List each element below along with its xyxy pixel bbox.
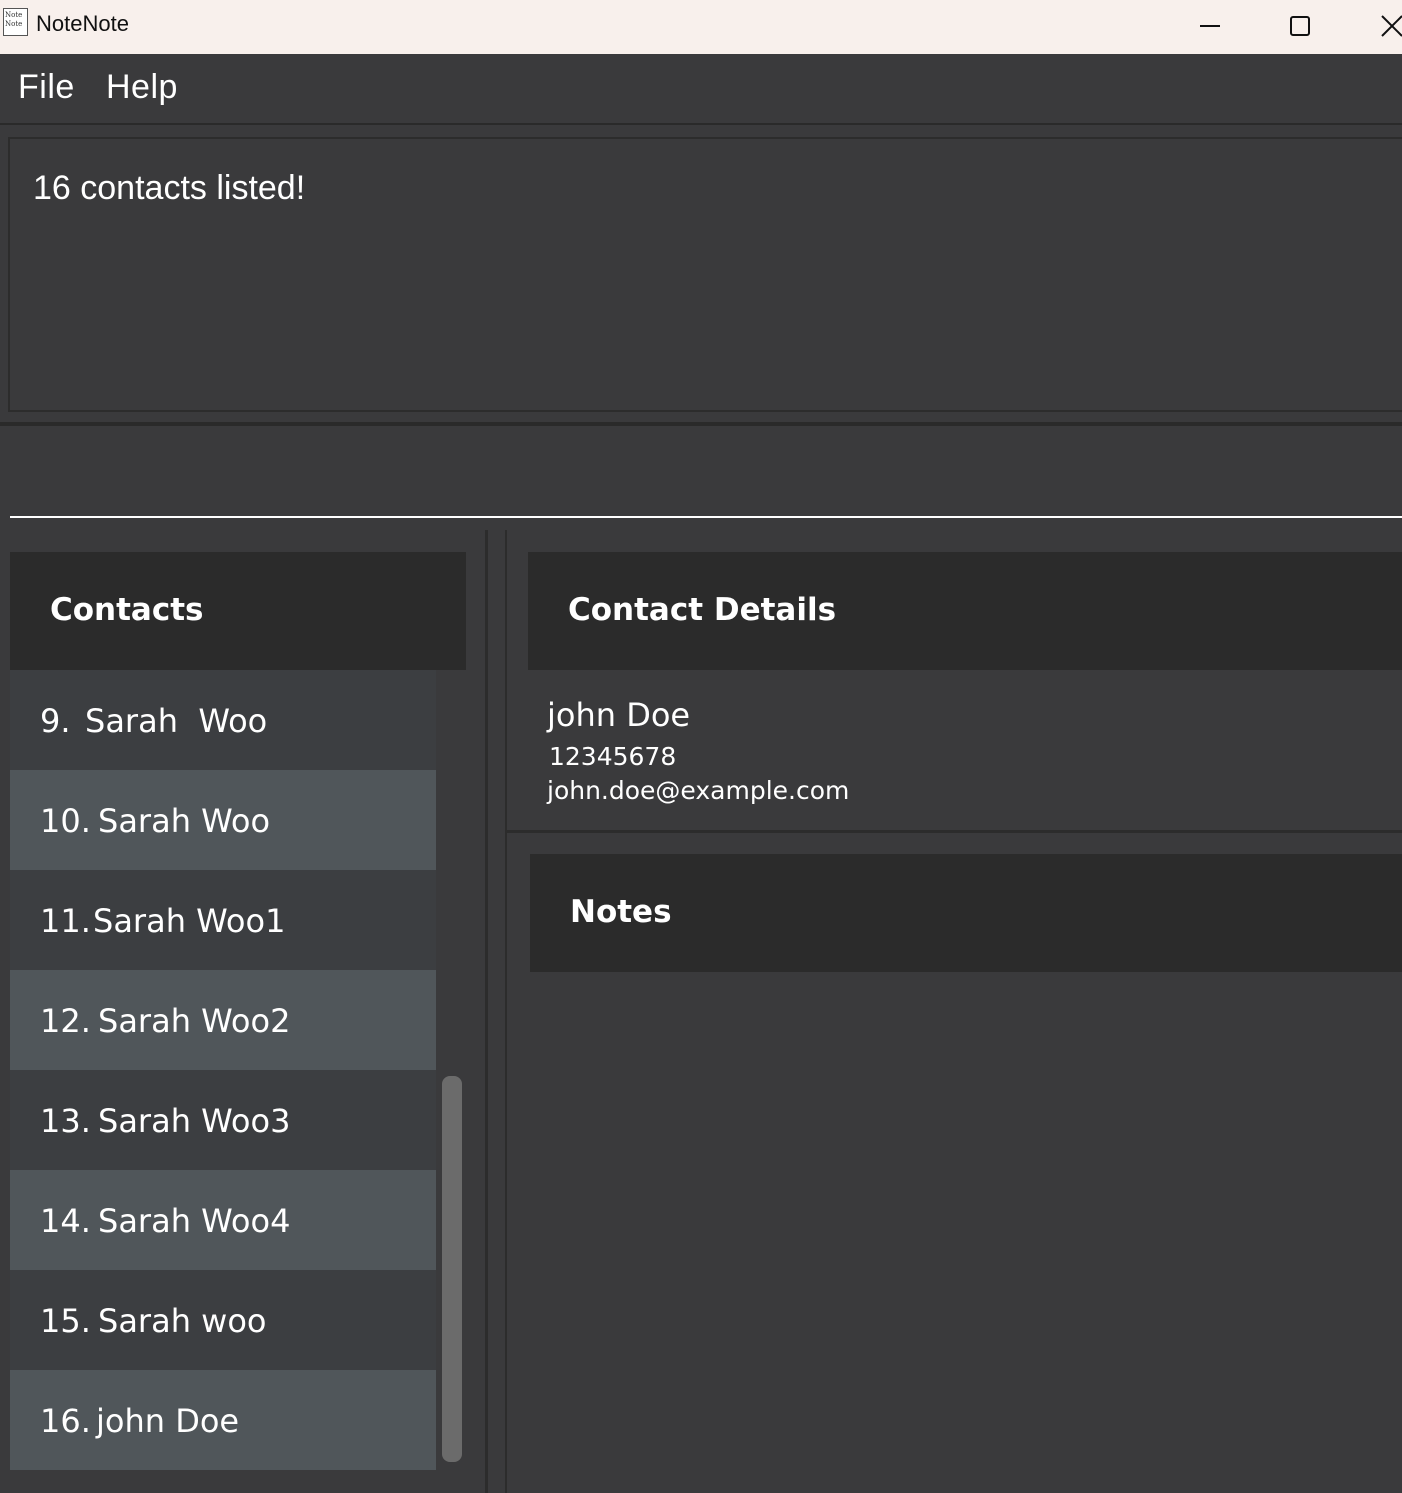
contacts-header: Contacts bbox=[10, 552, 466, 670]
contact-index: 16. bbox=[40, 1402, 91, 1440]
contact-name: Sarah Woo1 bbox=[93, 902, 286, 940]
list-item[interactable]: 16. john Doe bbox=[10, 1370, 436, 1470]
details-pane: Contact Details john Doe 12345678 john.d… bbox=[505, 530, 1402, 1493]
window-title: NoteNote bbox=[36, 11, 129, 36]
contact-index: 12. bbox=[40, 1002, 91, 1040]
maximize-icon bbox=[1290, 16, 1310, 36]
contacts-title: Contacts bbox=[50, 592, 204, 628]
minimize-button[interactable] bbox=[1180, 0, 1240, 54]
contact-details-header: Contact Details bbox=[528, 552, 1402, 670]
notes-title: Notes bbox=[570, 894, 672, 930]
result-display: 16 contacts listed! bbox=[8, 137, 1402, 412]
contact-name: Sarah Woo bbox=[98, 802, 271, 840]
notes-header: Notes bbox=[530, 854, 1402, 972]
detail-email: john.doe@example.com bbox=[547, 776, 850, 805]
contacts-pane: Contacts 9. Sarah Woo 10. Sarah Woo 11. … bbox=[0, 530, 488, 1493]
contact-index: 9. bbox=[40, 702, 71, 740]
menu-file[interactable]: File bbox=[18, 68, 75, 107]
contact-index: 14. bbox=[40, 1202, 91, 1240]
contact-name: Sarah Woo bbox=[85, 702, 268, 740]
scrollbar-thumb[interactable] bbox=[442, 1076, 462, 1462]
title-bar: Note Note NoteNote bbox=[0, 0, 1402, 54]
contact-name: Sarah Woo2 bbox=[98, 1002, 291, 1040]
list-item[interactable]: 14. Sarah Woo4 bbox=[10, 1170, 436, 1270]
result-message: 16 contacts listed! bbox=[33, 169, 306, 207]
contact-index: 10. bbox=[40, 802, 91, 840]
list-item[interactable]: 11. Sarah Woo1 bbox=[10, 870, 436, 970]
list-item[interactable]: 10. Sarah Woo bbox=[10, 770, 436, 870]
menu-help[interactable]: Help bbox=[106, 68, 178, 107]
contact-index: 11. bbox=[40, 902, 91, 940]
app-icon-text: Note Note bbox=[5, 11, 23, 28]
app-logo-icon: Note Note bbox=[3, 8, 28, 36]
close-icon bbox=[1381, 15, 1402, 37]
minimize-icon bbox=[1200, 25, 1220, 27]
maximize-button[interactable] bbox=[1270, 0, 1330, 54]
list-item[interactable]: 13. Sarah Woo3 bbox=[10, 1070, 436, 1170]
list-item[interactable]: 12. Sarah Woo2 bbox=[10, 970, 436, 1070]
list-item[interactable]: 9. Sarah Woo bbox=[10, 670, 436, 770]
contact-name: Sarah woo bbox=[98, 1302, 267, 1340]
contact-details-card: john Doe 12345678 john.doe@example.com bbox=[507, 670, 1402, 833]
notes-area[interactable] bbox=[530, 972, 1402, 1493]
menu-bar: File Help bbox=[0, 54, 1402, 125]
close-button[interactable] bbox=[1360, 0, 1402, 54]
contact-list: 9. Sarah Woo 10. Sarah Woo 11. Sarah Woo… bbox=[10, 670, 436, 1470]
contact-name: Sarah Woo4 bbox=[98, 1202, 291, 1240]
command-input[interactable] bbox=[10, 426, 1402, 518]
contact-index: 13. bbox=[40, 1102, 91, 1140]
detail-name: john Doe bbox=[547, 696, 691, 734]
contact-index: 15. bbox=[40, 1302, 91, 1340]
command-area bbox=[0, 422, 1402, 530]
contact-details-title: Contact Details bbox=[568, 592, 837, 628]
contact-name: Sarah Woo3 bbox=[98, 1102, 291, 1140]
detail-phone: 12345678 bbox=[549, 742, 677, 771]
contact-name: john Doe bbox=[96, 1402, 240, 1440]
list-item[interactable]: 15. Sarah woo bbox=[10, 1270, 436, 1370]
